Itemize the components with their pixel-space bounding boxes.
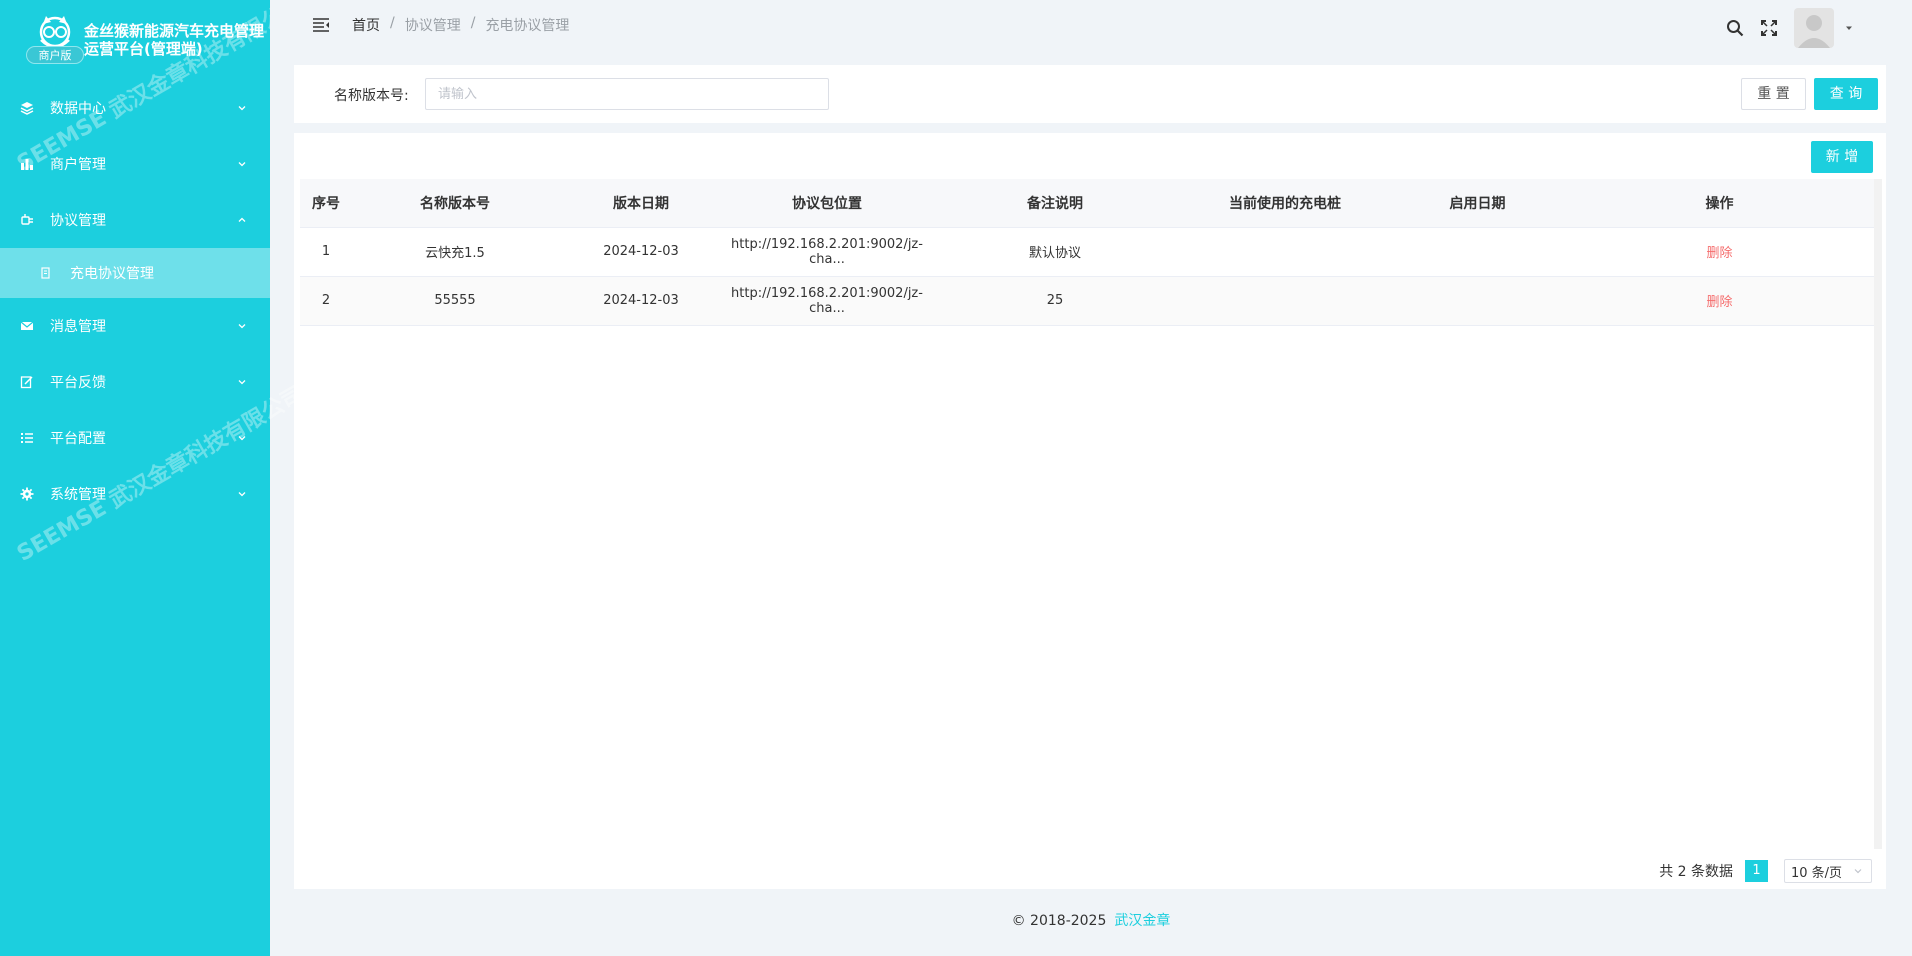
cell-index: 2 — [300, 276, 352, 326]
table-row: 1 云快充1.5 2024-12-03 http://192.168.2.201… — [300, 227, 1874, 277]
fullscreen-icon[interactable] — [1760, 19, 1778, 37]
brand-title: 金丝猴新能源汽车充电管理运营平台(管理端) — [84, 22, 265, 58]
cell-enable-date — [1390, 227, 1565, 277]
edit-icon — [20, 375, 34, 389]
chevron-down-icon — [238, 380, 246, 385]
page-size-select[interactable]: 10 条/页 — [1784, 859, 1872, 883]
chevron-down-icon — [1854, 869, 1862, 874]
column-header: 版本日期 — [558, 179, 724, 228]
search-label: 名称版本号: — [334, 88, 409, 104]
chevron-down-icon — [238, 162, 246, 167]
table-row: 2 55555 2024-12-03 http://192.168.2.201:… — [300, 276, 1874, 326]
sidebar-item-label: 平台配置 — [50, 431, 106, 447]
cell-current-pile — [1180, 227, 1390, 277]
footer: © 2018-2025 武汉金章 — [270, 910, 1912, 930]
document-icon — [41, 267, 50, 279]
column-header: 当前使用的充电桩 — [1180, 179, 1390, 228]
chevron-up-icon — [238, 217, 246, 222]
sidebar-menu: 数据中心 商户管理 协议管理 充电协议管理 消息管理 平台反馈 平台配置 系统管… — [0, 80, 270, 522]
cell-enable-date — [1390, 276, 1565, 326]
sidebar-item-system[interactable]: 系统管理 — [0, 466, 270, 522]
column-header: 协议包位置 — [724, 179, 930, 228]
sidebar-item-label: 平台反馈 — [50, 375, 106, 391]
column-header: 序号 — [300, 179, 352, 228]
page-button-1[interactable]: 1 — [1745, 860, 1768, 882]
sidebar-subitem-label: 充电协议管理 — [70, 266, 154, 282]
sidebar-item-label: 数据中心 — [50, 101, 106, 117]
table-header-row: 序号 名称版本号 版本日期 协议包位置 备注说明 当前使用的充电桩 启用日期 操… — [300, 179, 1874, 228]
edition-badge: 商户版 — [26, 46, 84, 64]
cell-location: http://192.168.2.201:9002/jz-cha... — [724, 276, 930, 326]
sidebar-item-feedback[interactable]: 平台反馈 — [0, 354, 270, 410]
cell-date: 2024-12-03 — [558, 227, 724, 277]
breadcrumb: 首页 / 协议管理 / 充电协议管理 — [352, 15, 569, 35]
query-button[interactable]: 查 询 — [1814, 78, 1878, 110]
caret-down-icon[interactable] — [1844, 23, 1854, 33]
column-header: 备注说明 — [930, 179, 1180, 228]
protocol-table: 序号 名称版本号 版本日期 协议包位置 备注说明 当前使用的充电桩 启用日期 操… — [300, 179, 1874, 326]
chevron-down-icon — [238, 106, 246, 111]
breadcrumb-current: 充电协议管理 — [485, 18, 570, 34]
column-header: 启用日期 — [1390, 179, 1565, 228]
menu-fold-icon[interactable] — [312, 16, 330, 34]
pagination: 共 2 条数据 1 10 条/页 — [1659, 859, 1872, 883]
plug-icon — [20, 213, 34, 227]
footer-copyright: © 2018-2025 — [1011, 913, 1107, 929]
cell-location: http://192.168.2.201:9002/jz-cha... — [724, 227, 930, 277]
sidebar-item-label: 系统管理 — [50, 487, 106, 503]
sidebar-item-label: 协议管理 — [50, 213, 106, 229]
pagination-total: 共 2 条数据 — [1659, 864, 1733, 880]
chevron-down-icon — [238, 436, 246, 441]
delete-link[interactable]: 删除 — [1706, 246, 1732, 261]
name-version-input[interactable] — [425, 78, 829, 110]
sidebar-item-label: 商户管理 — [50, 157, 106, 173]
cell-date: 2024-12-03 — [558, 276, 724, 326]
layers-icon — [20, 101, 34, 115]
breadcrumb-separator: / — [390, 15, 395, 31]
search-panel: 名称版本号: 重 置 查 询 — [294, 65, 1886, 123]
header-actions — [1726, 8, 1854, 48]
column-header: 操作 — [1565, 179, 1874, 228]
reset-button[interactable]: 重 置 — [1741, 78, 1806, 110]
column-header: 名称版本号 — [352, 179, 558, 228]
add-button[interactable]: 新 增 — [1811, 141, 1873, 173]
cell-index: 1 — [300, 227, 352, 277]
search-icon[interactable] — [1726, 19, 1744, 37]
cell-current-pile — [1180, 276, 1390, 326]
sidebar: 商户版 金丝猴新能源汽车充电管理运营平台(管理端) 数据中心 商户管理 协议管理 — [0, 0, 308, 956]
sidebar-subitem-charging-protocol[interactable]: 充电协议管理 — [0, 248, 270, 298]
bar-chart-icon — [20, 157, 34, 171]
cell-name: 云快充1.5 — [352, 227, 558, 277]
footer-company-link[interactable]: 武汉金章 — [1114, 913, 1170, 929]
avatar[interactable] — [1794, 8, 1834, 48]
cell-action: 删除 — [1565, 227, 1874, 277]
brand: 商户版 金丝猴新能源汽车充电管理运营平台(管理端) — [0, 0, 270, 80]
chevron-down-icon — [238, 324, 246, 329]
chevron-down-icon — [238, 492, 246, 497]
sidebar-item-label: 消息管理 — [50, 319, 106, 335]
mail-icon — [20, 319, 34, 333]
page-size-value: 10 条/页 — [1791, 865, 1843, 881]
delete-link[interactable]: 删除 — [1706, 295, 1732, 310]
cell-remark: 默认协议 — [930, 227, 1180, 277]
sidebar-item-platform-config[interactable]: 平台配置 — [0, 410, 270, 466]
breadcrumb-separator: / — [470, 15, 476, 31]
top-header: 首页 / 协议管理 / 充电协议管理 — [270, 0, 1912, 50]
list-icon — [20, 431, 34, 445]
gear-icon — [20, 487, 34, 501]
breadcrumb-protocol: 协议管理 — [404, 18, 461, 34]
sidebar-item-message[interactable]: 消息管理 — [0, 298, 270, 354]
sidebar-item-merchant[interactable]: 商户管理 — [0, 136, 270, 192]
table-scrollbar[interactable] — [1874, 179, 1882, 849]
table-panel: 新 增 序号 名称版本号 版本日期 协议包位置 备注说明 当前使用的充电桩 启用… — [294, 133, 1886, 889]
cell-remark: 25 — [930, 276, 1180, 326]
sidebar-item-data-center[interactable]: 数据中心 — [0, 80, 270, 136]
sidebar-item-protocol[interactable]: 协议管理 — [0, 192, 270, 248]
cell-name: 55555 — [352, 276, 558, 326]
cell-action: 删除 — [1565, 276, 1874, 326]
breadcrumb-home[interactable]: 首页 — [352, 15, 380, 35]
